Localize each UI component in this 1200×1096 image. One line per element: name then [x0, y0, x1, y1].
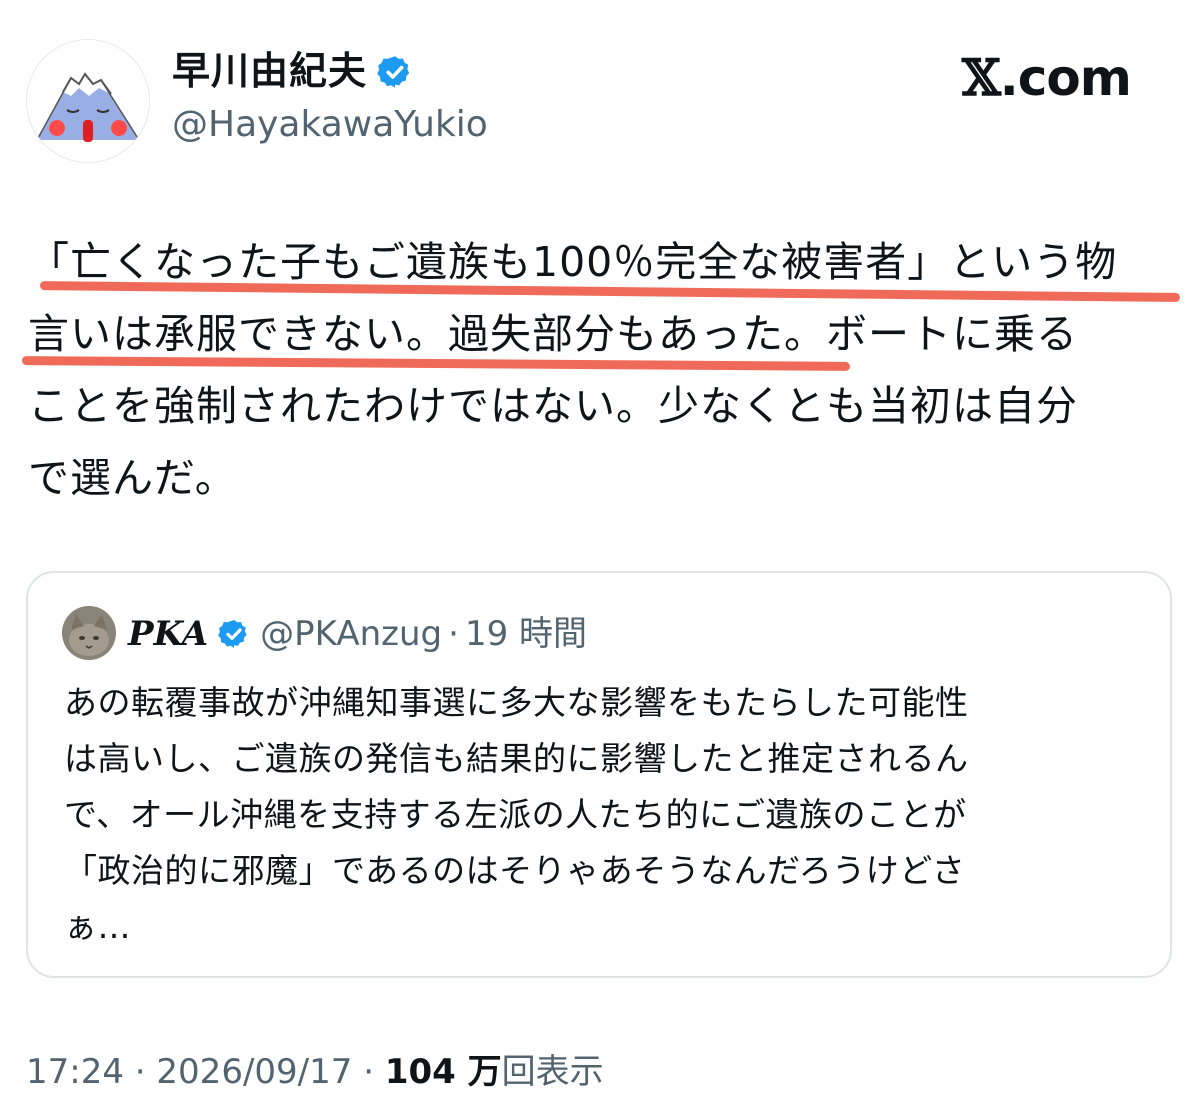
view-count-label: 回表示 [501, 1052, 604, 1092]
mountain-face-avatar-icon [27, 40, 149, 162]
quoted-author-handle[interactable]: @PKAnzug [260, 614, 442, 654]
verified-badge-icon [218, 620, 247, 648]
tweet-text: 「亡くなった子もご遺族も100％完全な被害者」という物 言いは承服できない。過失部… [28, 226, 1178, 514]
x-logo-icon: 𝕏 [962, 48, 1001, 107]
quoted-author-name[interactable]: PKA [128, 614, 208, 654]
brand-domain: .com [999, 49, 1132, 107]
quoted-tweet-text: あの転覆事故が沖縄知事選に多大な影響をもたらした可能性 は高いし、ご遺族の発信も結… [64, 675, 1144, 955]
separator-dot: · [123, 1052, 157, 1092]
view-count: 104 万 [384, 1052, 502, 1092]
quote-line: 「政治的に邪魔」であるのはそりゃあそうなんだろうけどさ [64, 851, 966, 890]
separator-dot: · [448, 614, 459, 654]
author-handle[interactable]: @HayakawaYukio [172, 102, 488, 148]
tweet-line: ことを強制されたわけではない。少なくとも当初は自分 [28, 382, 1078, 430]
author-avatar[interactable] [27, 40, 149, 162]
author-name-row[interactable]: 早川由紀夫 [172, 48, 413, 94]
quote-line: あの転覆事故が沖縄知事選に多大な影響をもたらした可能性 [64, 683, 969, 722]
verified-badge-icon [377, 56, 410, 88]
author-display-name[interactable]: 早川由紀夫 [172, 49, 367, 93]
quoted-tweet-header[interactable]: PKA @PKAnzug · 19 時間 [128, 608, 587, 660]
quoted-tweet-time[interactable]: 19 時間 [465, 614, 587, 654]
cat-avatar-icon [62, 606, 116, 660]
quote-line: は高いし、ご遺族の発信も結果的に影響したと推定されるん [64, 739, 969, 778]
post-time[interactable]: 17:24 [26, 1052, 124, 1092]
quoted-author-avatar[interactable] [62, 606, 116, 660]
post-date[interactable]: 2026/09/17 [156, 1052, 352, 1092]
quote-line: ぁ… [64, 907, 131, 946]
quote-line: で、オール沖縄を支持する左派の人たち的にご遺族のことが [64, 795, 967, 834]
tweet-meta: 17:24 · 2026/09/17 · 104 万回表示 [26, 1048, 604, 1096]
separator-dot: · [352, 1052, 385, 1092]
x-com-logo: 𝕏.com [962, 48, 1132, 107]
tweet-line: で選んだ。 [28, 454, 237, 502]
